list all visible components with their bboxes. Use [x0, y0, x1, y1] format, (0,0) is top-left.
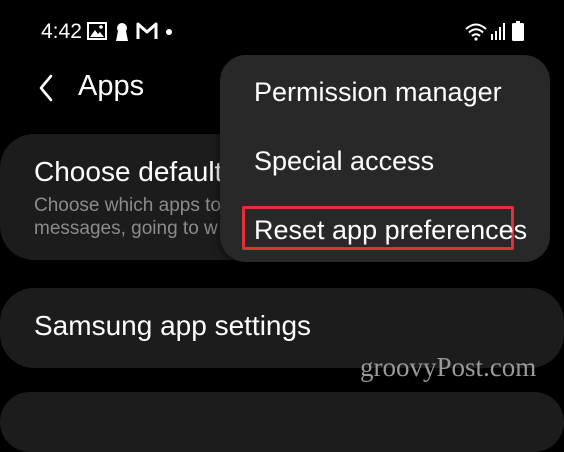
menu-item-permission-manager[interactable]: Permission manager — [254, 77, 502, 108]
menu-item-special-access[interactable]: Special access — [254, 146, 434, 177]
keyhole-icon — [116, 23, 128, 41]
chevron-left-icon — [39, 74, 53, 102]
wifi-icon — [465, 23, 487, 41]
notification-dot-icon — [166, 29, 172, 35]
page-title: Apps — [78, 70, 145, 102]
battery-icon — [512, 21, 524, 41]
signal-icon — [491, 23, 505, 40]
watermark: groovyPost.com — [360, 352, 537, 382]
menu-item-reset-app-preferences[interactable]: Reset app preferences — [254, 215, 527, 246]
image-icon — [87, 22, 107, 40]
next-card[interactable] — [0, 392, 564, 452]
default-apps-title: Choose default — [34, 156, 223, 187]
status-bar: 4:42 — [0, 0, 564, 62]
overflow-menu: Permission manager Special access Reset … — [220, 55, 550, 262]
back-button[interactable] — [26, 66, 66, 110]
gmail-icon — [136, 22, 158, 39]
samsung-app-settings-title: Samsung app settings — [34, 310, 312, 341]
status-time: 4:42 — [41, 20, 82, 43]
